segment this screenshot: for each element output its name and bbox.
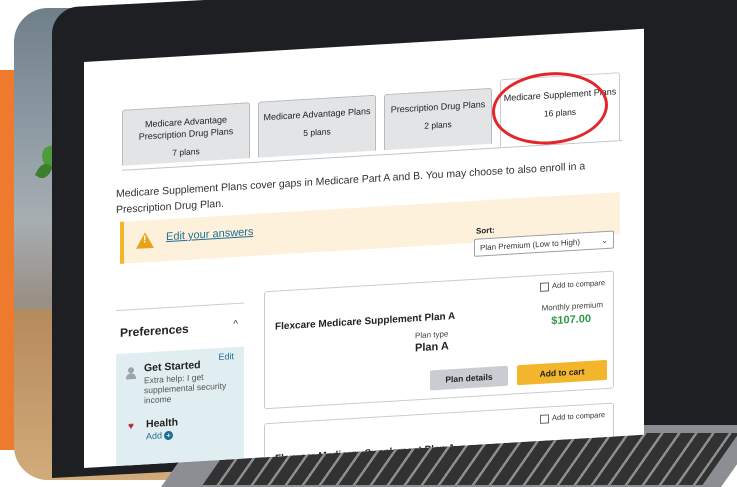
tab-label: Prescription Drug Plans	[390, 99, 486, 115]
preferences-title: Preferences	[120, 321, 189, 340]
person-icon	[126, 367, 136, 380]
health-title: Health	[146, 416, 179, 431]
heart-icon: ♥	[128, 421, 134, 433]
sort-value: Plan Premium (Low to High)	[480, 237, 581, 253]
chevron-up-icon[interactable]: ^	[233, 319, 238, 330]
edit-answers-link[interactable]: Edit your answers	[166, 226, 253, 243]
checkbox-icon	[540, 413, 550, 424]
preferences-panel: Preferences ^ Get Started Edit Extra hel…	[116, 302, 244, 469]
health-add-label: Add	[146, 430, 163, 442]
chevron-down-icon: ⌄	[601, 235, 608, 246]
premium-value: $107.00	[551, 312, 591, 328]
laptop-screen: Medicare Advantage Prescription Drug Pla…	[84, 28, 644, 469]
photo-scene: Medicare Advantage Prescription Drug Pla…	[0, 0, 737, 487]
plan-type-tabs: Medicare Advantage Prescription Drug Pla…	[122, 68, 622, 171]
compare-label: Add to compare	[552, 278, 605, 291]
plan-type-label: Plan type	[415, 329, 449, 341]
tab-label: Medicare Advantage Prescription Drug Pla…	[138, 114, 234, 142]
warning-icon	[136, 231, 154, 249]
get-started-edit-link[interactable]: Edit	[218, 351, 234, 362]
checkbox-icon	[540, 281, 550, 292]
preferences-list: Get Started Edit Extra help: I get suppl…	[116, 346, 244, 469]
compare-label: Add to compare	[552, 410, 605, 423]
add-to-compare-checkbox[interactable]: Add to compare	[540, 410, 605, 424]
add-to-compare-checkbox[interactable]: Add to compare	[540, 278, 605, 292]
plan-name: Flexcare Medicare Supplement Plan A	[275, 310, 456, 333]
tab-ma[interactable]: Medicare Advantage Plans 5 plans	[258, 94, 376, 158]
get-started-text: Extra help: I get supplemental security …	[144, 371, 227, 406]
add-to-cart-button[interactable]: Add to cart	[517, 359, 607, 386]
divider	[116, 302, 244, 312]
plus-icon: +	[164, 430, 174, 441]
plan-details-button[interactable]: Plan details	[430, 365, 508, 391]
premium-label: Monthly premium	[541, 300, 603, 313]
sort-label: Sort:	[476, 225, 495, 236]
tab-count: 2 plans	[424, 119, 452, 131]
health-add-link[interactable]: Add +	[146, 430, 174, 442]
plan-card: Add to compare Flexcare Medicare Supplem…	[264, 270, 614, 410]
tab-pdp[interactable]: Prescription Drug Plans 2 plans	[384, 87, 492, 151]
tab-count: 7 plans	[172, 146, 200, 158]
tab-count: 5 plans	[303, 126, 331, 138]
tab-label: Medicare Advantage Plans	[263, 105, 371, 123]
plan-type-value: Plan A	[415, 340, 449, 355]
tab-ma-pdp[interactable]: Medicare Advantage Prescription Drug Pla…	[122, 102, 250, 166]
